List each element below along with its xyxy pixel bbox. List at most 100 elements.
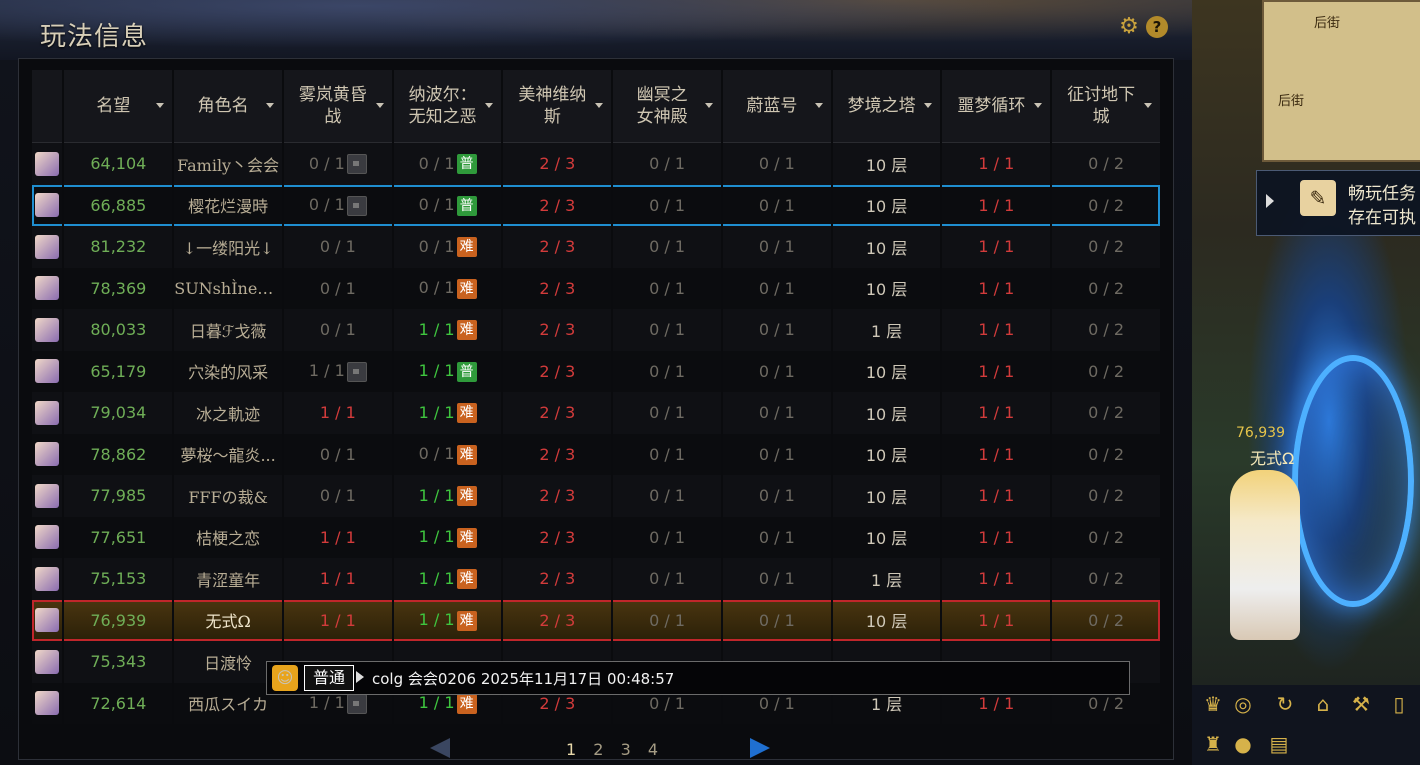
panel-top-icons: ⚙ ? <box>1118 16 1168 38</box>
venus-cell: 2 / 3 <box>503 475 612 517</box>
column-header[interactable]: 幽冥之 女神殿 <box>613 70 721 143</box>
sort-dropdown-icon[interactable] <box>156 103 165 108</box>
sort-dropdown-icon[interactable] <box>1144 103 1152 108</box>
player-character <box>1230 470 1300 640</box>
chat-input-text[interactable]: colg 会会0206 2025年11月17日 00:48:57 <box>372 668 674 689</box>
map-pin-icon[interactable]: ● <box>1230 731 1256 757</box>
column-header-label: 噩梦循环 <box>957 96 1026 116</box>
sort-dropdown-icon[interactable] <box>375 103 384 108</box>
sort-dropdown-icon[interactable] <box>595 103 604 108</box>
column-header[interactable]: 角色名 <box>174 70 282 143</box>
name-cell: 日暮ℱ戈薇 <box>174 309 282 351</box>
venus-cell: 2 / 3 <box>503 309 612 351</box>
table-row[interactable]: 78,369 SUNshÌneGir 0 / 10 / 1难2 / 30 / 10 … <box>32 267 1160 309</box>
name-cell-text: SUNshÌneGir <box>174 278 282 298</box>
name-cell-text: 桔梗之恋 <box>196 529 261 549</box>
fame-cell: 75,153 <box>64 558 173 600</box>
column-header-label: 纳波尔： <box>408 85 477 105</box>
emoji-icon[interactable]: ☺ <box>272 665 298 691</box>
page-3[interactable]: 3 <box>621 740 637 759</box>
table-row[interactable]: 78,862 夢桜～龍炎... 0 / 10 / 1难2 / 30 / 10 / 1… <box>32 433 1160 475</box>
name-cell-text: 青涩童年 <box>196 570 261 590</box>
avatar-cell <box>32 143 63 185</box>
refresh-icon[interactable]: ↻ <box>1272 691 1298 717</box>
table-row[interactable]: 76,939 无式Ω 1 / 11 / 1难2 / 30 / 10 / 1 10 层1… <box>32 599 1160 641</box>
table-row[interactable]: 80,033 日暮ℱ戈薇 0 / 11 / 1难2 / 30 / 10 / 11 层… <box>32 309 1160 351</box>
dream-tower-cell-text: 10 层 <box>865 446 908 466</box>
mist-cell: 1 / 1 <box>283 599 392 641</box>
azure-cell-text: 0 / 1 <box>758 195 795 215</box>
hard-difficulty-badge: 难 <box>456 278 477 299</box>
page-1[interactable]: 1 <box>566 740 582 759</box>
table-row[interactable]: 77,651 桔梗之恋 1 / 11 / 1难2 / 30 / 10 / 1 10 层… <box>32 516 1160 558</box>
dream-tower-cell-text: 1 层 <box>870 570 903 590</box>
avatar <box>35 483 60 508</box>
chat-channel-button[interactable]: 普通 <box>304 665 354 691</box>
fame-cell-text: 76,939 <box>90 610 147 630</box>
nabor-cell-text: 1 / 1 <box>418 527 455 546</box>
dungeon-cell: 0 / 2 <box>1052 350 1160 392</box>
column-header[interactable]: 蔚蓝号 <box>722 70 831 143</box>
nabor-cell-text: 1 / 1 <box>418 610 455 629</box>
phone-icon[interactable]: ▯ <box>1386 691 1412 717</box>
dream-tower-cell-text: 10 层 <box>865 612 908 632</box>
table-row[interactable]: 81,232 ↓一缕阳光↓ 0 / 10 / 1难2 / 30 / 10 / 1 10… <box>32 226 1160 268</box>
avatar-cell <box>32 641 63 683</box>
table-row[interactable]: 79,034 冰之軌迹 1 / 11 / 1难2 / 30 / 10 / 1 10 层… <box>32 392 1160 434</box>
table-row[interactable]: 77,985 FFFの裁& 0 / 11 / 1难2 / 30 / 10 / 1 10… <box>32 475 1160 517</box>
sort-dropdown-icon[interactable] <box>1034 103 1043 108</box>
hard-difficulty-badge: 难 <box>456 610 477 631</box>
mist-cell: 1 / 1 <box>283 392 392 434</box>
column-header[interactable]: 梦境之塔 <box>832 70 941 143</box>
table-row[interactable]: 65,179 穴染的风采 1 / 11 / 1普2 / 30 / 10 / 1 10 … <box>32 350 1160 392</box>
dungeon-cell-text: 0 / 2 <box>1088 361 1125 381</box>
quest-expand-arrow-icon[interactable] <box>1266 194 1274 208</box>
table-row[interactable]: 66,885 樱花烂漫時 0 / 10 / 1普2 / 30 / 10 / 1 10 … <box>32 184 1160 226</box>
next-page-arrow-icon[interactable] <box>750 738 770 758</box>
column-header[interactable]: 征讨地下城 <box>1052 70 1160 143</box>
avatar <box>35 442 60 467</box>
minimap[interactable]: 后街 后街 <box>1262 0 1420 162</box>
avatar-cell <box>32 350 63 392</box>
name-cell-text: 日暮ℱ戈薇 <box>189 321 267 341</box>
gear-icon[interactable]: ⚙ <box>1118 16 1140 38</box>
column-header[interactable]: 美神维纳斯 <box>503 70 612 143</box>
page-2[interactable]: 2 <box>593 740 609 759</box>
sort-dropdown-icon[interactable] <box>704 103 713 108</box>
target-icon[interactable]: ◎ <box>1230 691 1256 717</box>
page-4[interactable]: 4 <box>648 740 664 759</box>
prev-page-arrow-icon[interactable] <box>430 738 450 758</box>
nightmare-cell: 1 / 1 <box>942 558 1051 600</box>
azure-cell-text: 0 / 1 <box>758 320 795 340</box>
nabor-cell-text: 0 / 1 <box>418 444 455 463</box>
sort-dropdown-icon[interactable] <box>265 103 274 108</box>
panel-header-art <box>0 0 1192 60</box>
dungeon-cell: 0 / 2 <box>1052 226 1160 268</box>
column-header[interactable]: 雾岚黄昏战 <box>283 70 392 143</box>
dungeon-cell: 0 / 2 <box>1052 558 1160 600</box>
dungeon-cell: 0 / 2 <box>1052 433 1160 475</box>
column-header[interactable]: 名望 <box>64 70 173 143</box>
help-icon[interactable]: ? <box>1146 16 1168 38</box>
fame-cell-text: 79,034 <box>90 403 147 423</box>
column-header[interactable]: 纳波尔： 无知之恶 <box>393 70 502 143</box>
sort-dropdown-icon[interactable] <box>485 103 494 108</box>
azure-cell-text: 0 / 1 <box>758 610 795 630</box>
goddess-cell: 0 / 1 <box>613 184 721 226</box>
table-row[interactable]: 75,153 青涩童年 1 / 11 / 1难2 / 30 / 10 / 11 层1… <box>32 558 1160 600</box>
dream-tower-cell: 10 层 <box>832 516 941 558</box>
table-row[interactable]: 64,104 Family丶会会 0 / 10 / 1普2 / 30 / 10 / … <box>32 143 1160 185</box>
sort-dropdown-icon[interactable] <box>924 103 933 108</box>
venus-cell: 2 / 3 <box>503 184 612 226</box>
book-icon[interactable]: ▤ <box>1266 731 1292 757</box>
crown-icon[interactable]: ♛ <box>1200 691 1226 717</box>
chess-icon[interactable]: ♜ <box>1200 731 1226 757</box>
venus-cell-text: 2 / 3 <box>539 486 576 506</box>
character-name-tag: 无式Ω <box>1250 449 1295 468</box>
tools-icon[interactable]: ⚒ <box>1348 691 1374 717</box>
mist-cell-text: 0 / 1 <box>319 486 356 506</box>
home-icon[interactable]: ⌂ <box>1310 691 1336 717</box>
sort-dropdown-icon[interactable] <box>814 103 823 108</box>
name-cell-text: 无式Ω <box>205 612 251 632</box>
column-header[interactable]: 噩梦循环 <box>942 70 1051 143</box>
